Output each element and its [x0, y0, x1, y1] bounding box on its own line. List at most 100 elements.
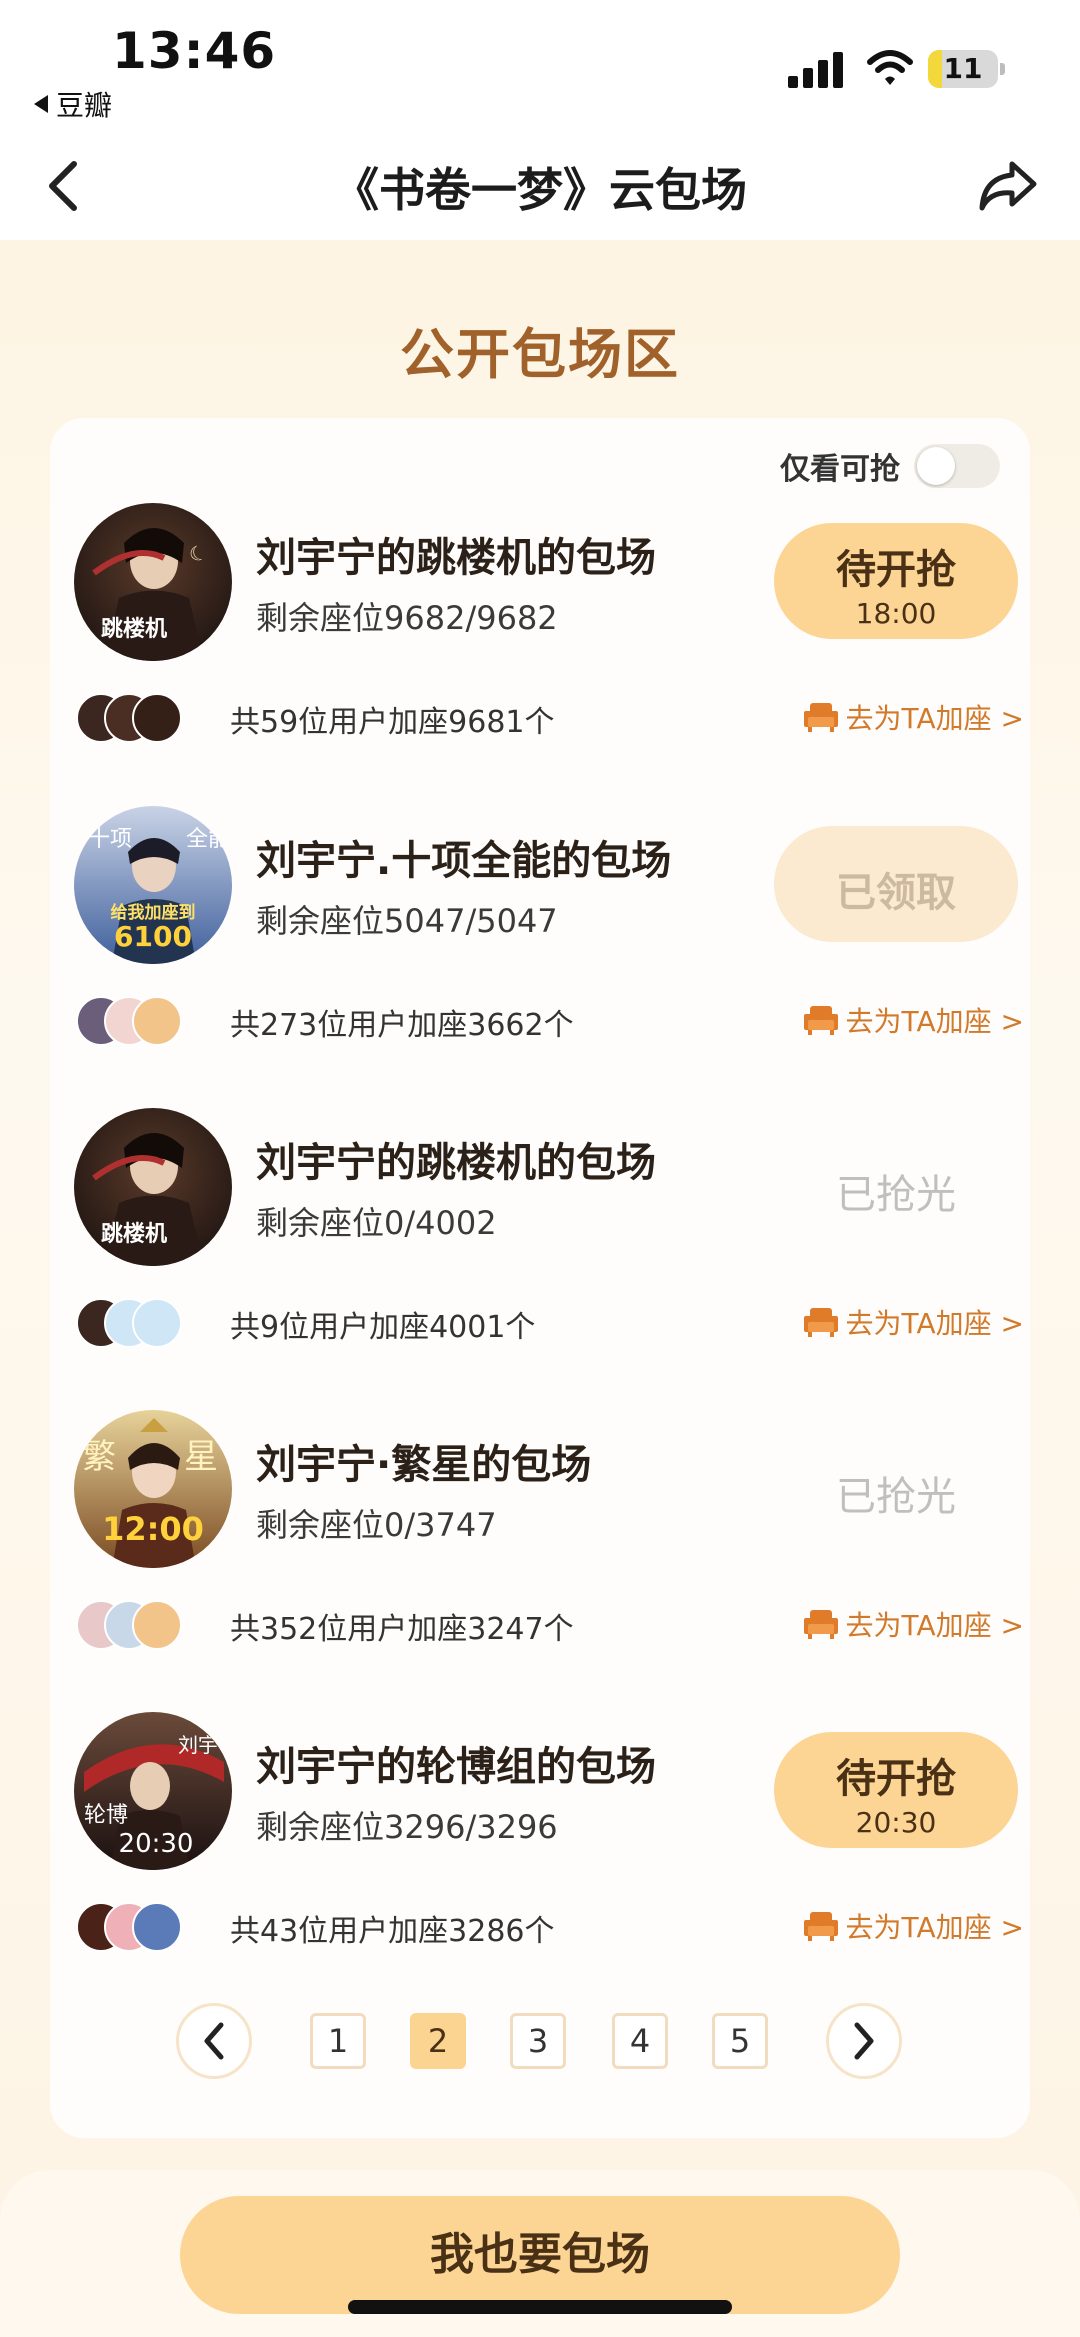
joiner-avatar	[132, 1600, 182, 1650]
sold-out-status: 已抢光	[774, 1128, 1018, 1244]
svg-text:6100: 6100	[114, 920, 192, 953]
wifi-icon	[867, 50, 913, 85]
add-seat-link[interactable]: 去为TA加座 >	[803, 1906, 1024, 1946]
only-available-toggle[interactable]	[914, 444, 1000, 488]
item-seats: 剩余座位5047/5047	[256, 902, 558, 940]
grab-button-time: 20:30	[855, 1806, 937, 1839]
svg-text:12:00: 12:00	[102, 1510, 204, 1548]
page-1-button[interactable]: 1	[310, 2013, 366, 2069]
sold-out-status: 已抢光	[774, 1430, 1018, 1546]
item-title: 刘宇宁的轮博组的包场	[256, 1744, 656, 1790]
create-package-button[interactable]: 我也要包场	[180, 2196, 900, 2314]
grab-button-time: 18:00	[855, 597, 937, 630]
grab-button[interactable]: 待开抢 20:30	[774, 1732, 1018, 1848]
sofa-icon	[803, 1308, 838, 1337]
page-5-button[interactable]: 5	[712, 2013, 768, 2069]
claimed-button-label: 已领取	[836, 870, 956, 916]
page-2-button[interactable]: 2	[410, 2013, 466, 2069]
joiners-row: 共43位用户加座3286个 去为TA加座 >	[74, 1898, 1024, 1954]
list-item: 轮博 刘宇宁 20:30 刘宇宁的轮博组的包场 剩余座位3296/3296 待开…	[74, 1712, 1024, 2012]
joiner-summary: 共273位用户加座3662个	[230, 1008, 574, 1043]
joiner-avatars	[76, 1902, 216, 1952]
joiners-row: 共59位用户加座9681个 去为TA加座 >	[74, 689, 1024, 745]
list-item: ☾ 跳楼机 刘宇宁的跳楼机的包场 剩余座位9682/9682 待开抢 18:00…	[74, 503, 1024, 803]
page-title: 《书卷一梦》云包场	[333, 163, 747, 217]
item-seats: 剩余座位0/4002	[256, 1204, 497, 1242]
joiner-avatar	[132, 693, 182, 743]
joiner-avatar	[132, 1902, 182, 1952]
add-seat-link[interactable]: 去为TA加座 >	[803, 1000, 1024, 1040]
joiner-avatars	[76, 1600, 216, 1650]
add-seat-link[interactable]: 去为TA加座 >	[803, 1604, 1024, 1644]
grab-button-label: 待开抢	[836, 1756, 956, 1802]
svg-text:轮博: 轮博	[84, 1803, 128, 1828]
joiner-avatars	[76, 1298, 216, 1348]
item-title: 刘宇宁的跳楼机的包场	[256, 1140, 656, 1186]
joiner-summary: 共352位用户加座3247个	[230, 1612, 574, 1647]
sold-out-label: 已抢光	[836, 1172, 956, 1218]
joiner-avatar	[132, 1298, 182, 1348]
chevron-right-icon	[854, 2022, 874, 2060]
add-seat-label: 去为TA加座 >	[845, 1911, 1024, 1944]
add-seat-label: 去为TA加座 >	[845, 702, 1024, 735]
grab-button[interactable]: 待开抢 18:00	[774, 523, 1018, 639]
host-avatar[interactable]: 轮博 刘宇宁 20:30	[74, 1712, 232, 1870]
joiner-summary: 共9位用户加座4001个	[230, 1310, 536, 1345]
sofa-icon	[803, 1610, 838, 1639]
page-4-button[interactable]: 4	[612, 2013, 668, 2069]
svg-text:全能: 全能	[186, 827, 230, 852]
back-to-app-link[interactable]: 豆瓣	[34, 84, 112, 124]
host-avatar[interactable]: 十项 全能 给我加座到 6100	[74, 806, 232, 964]
section-title: 公开包场区	[400, 323, 680, 386]
host-avatar[interactable]: 跳楼机	[74, 1108, 232, 1266]
claimed-button[interactable]: 已领取	[774, 826, 1018, 942]
joiners-row: 共352位用户加座3247个 去为TA加座 >	[74, 1596, 1024, 1652]
status-time: 13:46	[112, 22, 277, 80]
item-title: 刘宇宁.十项全能的包场	[256, 838, 672, 884]
back-app-label: 豆瓣	[56, 89, 113, 122]
list-item: 跳楼机 刘宇宁的跳楼机的包场 剩余座位0/4002 已抢光 共9位用户加座400…	[74, 1108, 1024, 1408]
joiner-summary: 共43位用户加座3286个	[230, 1914, 555, 1949]
sofa-icon	[803, 1006, 838, 1035]
list-item: 十项 全能 给我加座到 6100 刘宇宁.十项全能的包场 剩余座位5047/50…	[74, 806, 1024, 1106]
add-seat-label: 去为TA加座 >	[845, 1005, 1024, 1038]
battery-level: 11	[943, 52, 983, 85]
svg-text:20:30: 20:30	[119, 1829, 194, 1859]
svg-text:十项: 十项	[88, 827, 132, 852]
item-seats: 剩余座位0/3747	[256, 1506, 497, 1544]
page-3-button[interactable]: 3	[510, 2013, 566, 2069]
joiner-avatars	[76, 996, 216, 1046]
item-seats: 剩余座位9682/9682	[256, 599, 558, 637]
sold-out-label: 已抢光	[836, 1474, 956, 1520]
host-avatar[interactable]: ☾ 跳楼机	[74, 503, 232, 661]
share-icon[interactable]	[976, 156, 1040, 216]
filter-label: 仅看可抢	[780, 452, 900, 487]
sofa-icon	[803, 1912, 838, 1941]
joiner-avatar	[132, 996, 182, 1046]
svg-text:跳楼机: 跳楼机	[101, 616, 167, 642]
joiner-avatars	[76, 693, 216, 743]
grab-button-label: 待开抢	[836, 547, 956, 593]
prev-page-button[interactable]	[176, 2003, 252, 2079]
list-item: 繁 星 12:00 刘宇宁·繁星的包场 剩余座位0/3747 已抢光 共352位…	[74, 1410, 1024, 1710]
nav-bar: 《书卷一梦》云包场	[0, 130, 1080, 240]
svg-text:星: 星	[184, 1437, 218, 1477]
host-avatar[interactable]: 繁 星 12:00	[74, 1410, 232, 1568]
next-page-button[interactable]	[826, 2003, 902, 2079]
item-title: 刘宇宁·繁星的包场	[256, 1442, 592, 1488]
cellular-signal-icon	[788, 52, 843, 88]
svg-text:刘宇宁: 刘宇宁	[178, 1733, 232, 1757]
item-seats: 剩余座位3296/3296	[256, 1808, 558, 1846]
item-title: 刘宇宁的跳楼机的包场	[256, 535, 656, 581]
add-seat-label: 去为TA加座 >	[845, 1307, 1024, 1340]
add-seat-link[interactable]: 去为TA加座 >	[803, 697, 1024, 737]
filter-row: 仅看可抢	[780, 444, 1000, 488]
joiners-row: 共273位用户加座3662个 去为TA加座 >	[74, 992, 1024, 1048]
status-bar: 13:46 豆瓣 11	[0, 0, 1080, 130]
add-seat-link[interactable]: 去为TA加座 >	[803, 1302, 1024, 1342]
joiner-summary: 共59位用户加座9681个	[230, 705, 555, 740]
sofa-icon	[803, 703, 838, 732]
back-triangle-icon	[34, 95, 48, 113]
svg-text:繁: 繁	[82, 1437, 116, 1477]
svg-text:跳楼机: 跳楼机	[101, 1221, 167, 1247]
